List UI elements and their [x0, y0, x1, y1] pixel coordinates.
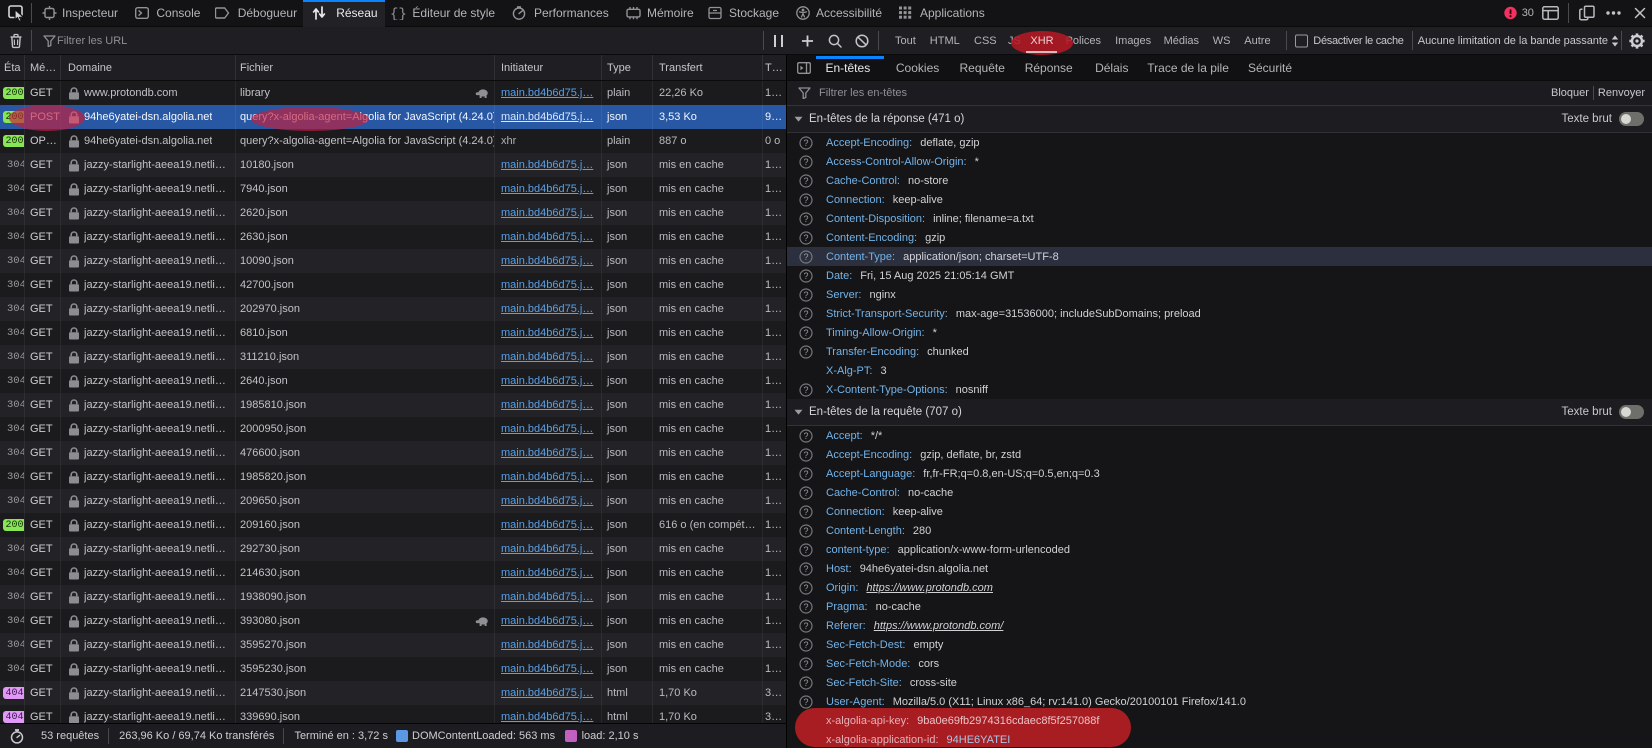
svg-text:?: ? — [803, 347, 808, 357]
svg-text:?: ? — [803, 659, 808, 669]
svg-text:?: ? — [803, 176, 808, 186]
svg-text:?: ? — [803, 214, 808, 224]
svg-text:?: ? — [803, 621, 808, 631]
svg-text:?: ? — [803, 526, 808, 536]
svg-text:?: ? — [803, 233, 808, 243]
svg-text:?: ? — [803, 138, 808, 148]
svg-text:?: ? — [803, 469, 808, 479]
svg-text:?: ? — [803, 602, 808, 612]
svg-text:?: ? — [803, 271, 808, 281]
svg-text:?: ? — [803, 309, 808, 319]
svg-text:?: ? — [803, 328, 808, 338]
svg-text:?: ? — [803, 450, 808, 460]
svg-text:?: ? — [803, 583, 808, 593]
svg-text:?: ? — [803, 678, 808, 688]
svg-text:?: ? — [803, 157, 808, 167]
svg-text:?: ? — [803, 431, 808, 441]
svg-text:?: ? — [803, 507, 808, 517]
svg-text:?: ? — [803, 564, 808, 574]
svg-text:{}: {} — [390, 7, 407, 21]
svg-text:?: ? — [803, 697, 808, 707]
svg-text:?: ? — [803, 545, 808, 555]
svg-text:?: ? — [803, 195, 808, 205]
svg-text:?: ? — [803, 385, 808, 395]
svg-text:?: ? — [803, 488, 808, 498]
svg-text:?: ? — [803, 640, 808, 650]
svg-text:?: ? — [803, 252, 808, 262]
svg-text:?: ? — [803, 290, 808, 300]
